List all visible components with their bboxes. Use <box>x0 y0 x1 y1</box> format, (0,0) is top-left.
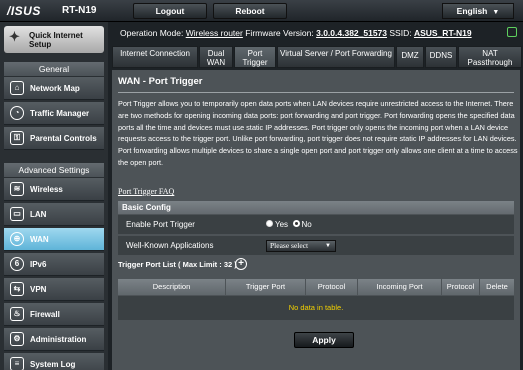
quick-setup-label: Quick Internet Setup <box>29 31 83 49</box>
empty-table-message: No data in table. <box>118 296 514 320</box>
sidebar-item-label: Administration <box>30 335 87 344</box>
well-known-apps-select[interactable]: Please select ▼ <box>266 240 336 252</box>
tab-virtual-server[interactable]: Virtual Server / Port Forwarding <box>277 46 395 68</box>
yes-label: Yes <box>275 220 289 229</box>
sidebar-item-lan[interactable]: ▭ LAN <box>4 203 104 226</box>
trigger-port-list-title: Trigger Port List ( Max Limit : 32 ) <box>118 260 237 269</box>
no-radio[interactable] <box>292 220 300 228</box>
enable-port-trigger-row: Enable Port Trigger Yes No <box>118 215 514 235</box>
sidebar: ✦ Quick Internet Setup General ⌂ Network … <box>0 22 108 370</box>
router-model: RT-N19 <box>62 5 97 16</box>
network-status-icon[interactable] <box>507 27 517 37</box>
reboot-button[interactable]: Reboot <box>213 3 287 19</box>
col-trigger-port: Trigger Port <box>226 279 306 295</box>
sidebar-item-administration[interactable]: ⚙ Administration <box>4 328 104 351</box>
sidebar-item-system-log[interactable]: ≡ System Log <box>4 353 104 370</box>
lock-icon: ⚿ <box>10 131 24 145</box>
top-bar: /ISUS RT-N19 Logout Reboot English ▼ <box>0 0 523 22</box>
well-known-apps-value: Please select <box>270 241 309 250</box>
tab-bar: Internet Connection Dual WAN Port Trigge… <box>112 46 523 68</box>
advanced-section-header: Advanced Settings <box>4 163 104 177</box>
enable-port-trigger-options: Yes No <box>266 215 312 235</box>
col-incoming-port: Incoming Port <box>358 279 442 295</box>
operation-mode-label: Operation Mode: <box>120 28 184 38</box>
operation-mode-link[interactable]: Wireless router <box>186 28 243 38</box>
sidebar-item-ipv6[interactable]: 6 IPv6 <box>4 253 104 276</box>
page-title: WAN - Port Trigger <box>118 76 203 87</box>
sidebar-item-label: Parental Controls <box>30 134 97 143</box>
col-protocol: Protocol <box>306 279 358 295</box>
sidebar-item-label: Firewall <box>30 310 60 319</box>
tab-ddns[interactable]: DDNS <box>425 46 457 68</box>
ssid-label: SSID: <box>389 28 412 38</box>
sidebar-item-label: System Log <box>30 360 76 369</box>
ssid-link[interactable]: ASUS_RT-N19 <box>414 28 472 38</box>
main-panel: Operation Mode: Wireless router Firmware… <box>108 22 523 370</box>
tab-dual-wan[interactable]: Dual WAN <box>199 46 233 68</box>
page-description: Port Trigger allows you to temporarily o… <box>118 99 518 167</box>
sidebar-item-parental-controls[interactable]: ⚿ Parental Controls <box>4 127 104 150</box>
col-description: Description <box>118 279 226 295</box>
no-label: No <box>301 220 312 229</box>
general-section-header: General <box>4 62 104 76</box>
tab-internet-connection[interactable]: Internet Connection <box>112 46 198 68</box>
col-delete: Delete <box>486 282 508 291</box>
asus-logo: /ISUS <box>7 4 41 18</box>
sidebar-item-traffic-manager[interactable]: ◔ Traffic Manager <box>4 102 104 125</box>
log-icon: ≡ <box>10 357 24 370</box>
wifi-icon: ≋ <box>10 182 24 196</box>
sidebar-item-vpn[interactable]: ⇆ VPN <box>4 278 104 301</box>
enable-port-trigger-label: Enable Port Trigger <box>126 220 195 229</box>
sidebar-item-label: Network Map <box>30 84 80 93</box>
status-bar: Operation Mode: Wireless router Firmware… <box>108 22 523 44</box>
chevron-down-icon: ▼ <box>492 9 500 16</box>
yes-radio[interactable] <box>266 220 273 228</box>
logout-button[interactable]: Logout <box>133 3 207 19</box>
tab-port-trigger[interactable]: Port Trigger <box>234 46 276 68</box>
well-known-apps-row: Well-Known Applications Please select ▼ <box>118 236 514 256</box>
gear-icon: ⚙ <box>10 332 24 346</box>
col-protocol-2: Protocol <box>442 279 480 295</box>
trigger-table-header: Description Trigger Port Protocol Incomi… <box>118 279 514 295</box>
tab-nat-passthrough[interactable]: NAT Passthrough <box>458 46 522 68</box>
sidebar-item-label: Traffic Manager <box>30 109 90 118</box>
sidebar-item-label: Wireless <box>30 185 63 194</box>
ipv6-icon: 6 <box>10 257 24 271</box>
sidebar-item-firewall[interactable]: ♨ Firewall <box>4 303 104 326</box>
chevron-down-icon: ▼ <box>325 243 331 249</box>
language-select[interactable]: English ▼ <box>442 3 514 19</box>
firewall-icon: ♨ <box>10 307 24 321</box>
vpn-icon: ⇆ <box>10 282 24 296</box>
network-map-icon: ⌂ <box>10 81 24 95</box>
lan-icon: ▭ <box>10 207 24 221</box>
title-divider <box>118 92 514 93</box>
firmware-label: Firmware Version: <box>245 28 314 38</box>
sidebar-item-network-map[interactable]: ⌂ Network Map <box>4 77 104 100</box>
sidebar-item-label: IPv6 <box>30 260 47 269</box>
well-known-apps-label: Well-Known Applications <box>126 241 214 250</box>
language-label: English <box>456 6 488 16</box>
magic-wand-icon: ✦ <box>9 29 20 44</box>
port-trigger-faq-link[interactable]: Port Trigger FAQ <box>118 187 174 196</box>
add-rule-button[interactable]: + <box>235 258 247 270</box>
firmware-link[interactable]: 3.0.0.4.382_51573 <box>316 28 387 38</box>
quick-internet-setup-button[interactable]: ✦ Quick Internet Setup <box>4 26 104 53</box>
sidebar-item-label: VPN <box>30 285 47 294</box>
traffic-icon: ◔ <box>10 106 24 120</box>
basic-config-header: Basic Config <box>118 201 514 214</box>
sidebar-item-label: LAN <box>30 210 47 219</box>
apply-button[interactable]: Apply <box>294 332 354 348</box>
sidebar-item-label: WAN <box>30 235 49 244</box>
sidebar-item-wan[interactable]: ⊕ WAN <box>4 228 104 251</box>
globe-icon: ⊕ <box>10 232 24 246</box>
tab-dmz[interactable]: DMZ <box>396 46 424 68</box>
sidebar-item-wireless[interactable]: ≋ Wireless <box>4 178 104 201</box>
content-panel: WAN - Port Trigger Port Trigger allows y… <box>112 70 520 370</box>
